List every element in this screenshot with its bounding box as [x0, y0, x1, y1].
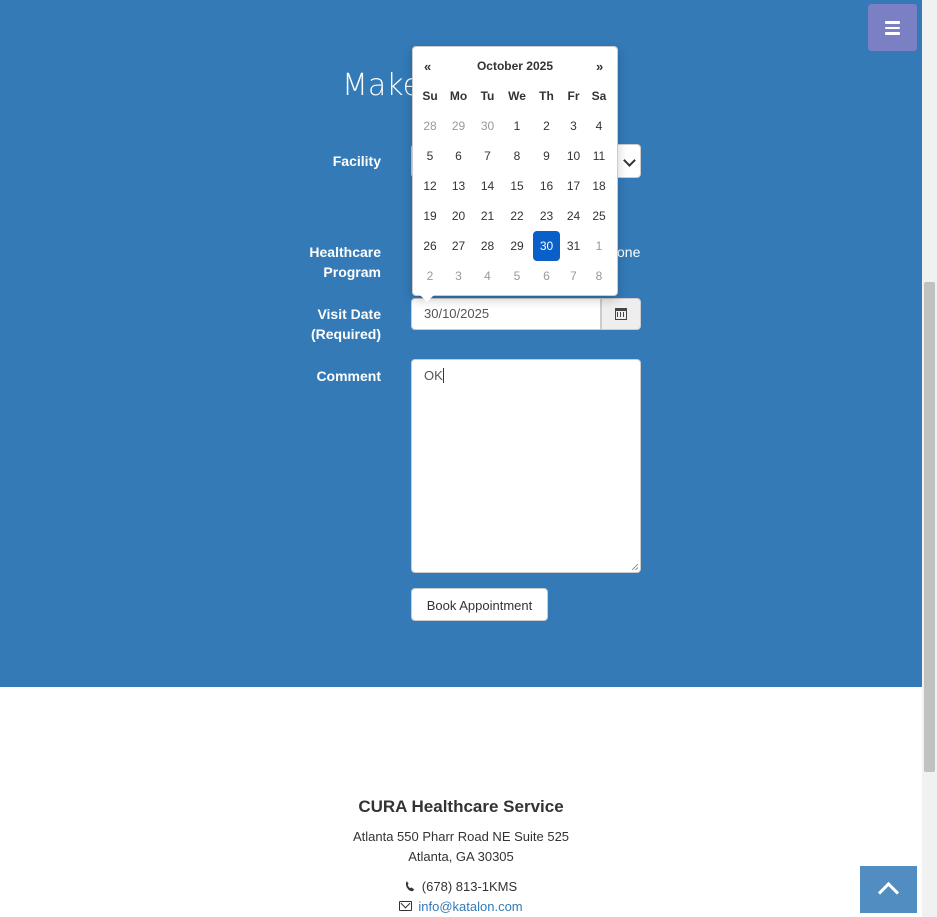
weekday-we: We [508, 89, 526, 103]
resize-handle[interactable] [632, 564, 638, 570]
footer-email-link[interactable]: info@katalon.com [418, 899, 522, 914]
weekday-su: Su [422, 89, 438, 103]
day-cell[interactable]: 6 [443, 141, 474, 171]
day-cell[interactable]: 17 [560, 171, 587, 201]
footer-address-line2: Atlanta, GA 30305 [408, 849, 514, 864]
book-appointment-button[interactable]: Book Appointment [411, 588, 548, 621]
week-row: 12 13 14 15 16 17 18 [417, 171, 611, 201]
envelope-icon [399, 901, 413, 911]
day-cell[interactable]: 4 [587, 111, 611, 141]
day-cell[interactable]: 16 [533, 171, 560, 201]
day-cell[interactable]: 31 [560, 231, 587, 261]
day-cell[interactable]: 21 [474, 201, 501, 231]
chevron-up-icon [877, 881, 900, 904]
day-cell[interactable]: 2 [533, 111, 560, 141]
day-cell[interactable]: 8 [501, 141, 533, 171]
weekday-tu: Tu [480, 89, 495, 103]
scrollbar-thumb[interactable] [924, 282, 935, 772]
day-cell[interactable]: 20 [443, 201, 474, 231]
weekday-fr: Fr [567, 89, 580, 103]
day-cell[interactable]: 9 [533, 141, 560, 171]
datepicker-month-title[interactable]: October 2025 [413, 59, 617, 73]
healthcare-program-label-line1: Healthcare [309, 244, 381, 260]
weekday-mo: Mo [449, 89, 468, 103]
page-title: Make [342, 68, 422, 103]
day-cell[interactable]: 18 [587, 171, 611, 201]
datepicker-next-button[interactable]: » [596, 59, 603, 74]
day-cell[interactable]: 26 [417, 231, 443, 261]
day-cell[interactable]: 22 [501, 201, 533, 231]
visit-date-input[interactable]: 30/10/2025 [411, 298, 601, 330]
day-cell[interactable]: 15 [501, 171, 533, 201]
day-cell[interactable]: 24 [560, 201, 587, 231]
calendar-icon [615, 308, 627, 320]
day-cell[interactable]: 23 [533, 201, 560, 231]
back-to-top-button[interactable] [860, 866, 917, 913]
phone-icon [405, 881, 414, 892]
footer-title: CURA Healthcare Service [358, 797, 564, 816]
program-radio-label[interactable]: one [617, 244, 640, 260]
vertical-scrollbar[interactable] [922, 0, 937, 917]
day-cell[interactable]: 3 [443, 261, 474, 291]
day-cell[interactable]: 30 [474, 111, 501, 141]
day-cell[interactable]: 4 [474, 261, 501, 291]
day-cell[interactable]: 3 [560, 111, 587, 141]
datepicker-popup: October 2025 « » Su Mo Tu We Th Fr Sa 28… [412, 46, 618, 302]
comment-label: Comment [316, 368, 381, 384]
weekday-sa: Sa [591, 89, 607, 103]
day-cell[interactable]: 29 [443, 111, 474, 141]
day-cell[interactable]: 11 [587, 141, 611, 171]
week-row: 19 20 21 22 23 24 25 [417, 201, 611, 231]
day-cell[interactable]: 12 [417, 171, 443, 201]
day-cell[interactable]: 1 [587, 231, 611, 261]
day-cell[interactable]: 27 [443, 231, 474, 261]
appointment-section: Make Facility Healthcare Program one Vis… [0, 0, 922, 687]
footer-address-line1: Atlanta 550 Pharr Road NE Suite 525 [352, 829, 570, 844]
weekday-th: Th [539, 89, 554, 103]
comment-textarea[interactable]: OK [411, 359, 641, 573]
visit-date-label: Visit Date (Required) [271, 304, 381, 344]
week-row: 26 27 28 29 30 31 1 [417, 231, 611, 261]
day-cell[interactable]: 5 [501, 261, 533, 291]
day-cell[interactable]: 5 [417, 141, 443, 171]
day-cell[interactable]: 2 [417, 261, 443, 291]
day-cell[interactable]: 13 [443, 171, 474, 201]
day-cell[interactable]: 7 [560, 261, 587, 291]
week-row: 2 3 4 5 6 7 8 [417, 261, 611, 291]
day-cell[interactable]: 29 [501, 231, 533, 261]
weekday-header-row: Su Mo Tu We Th Fr Sa [417, 81, 611, 111]
day-cell[interactable]: 1 [501, 111, 533, 141]
datepicker-grid: Su Mo Tu We Th Fr Sa 28 29 30 1 2 3 4 5 … [417, 81, 611, 291]
footer-phone-text: (678) 813-1KMS [421, 879, 518, 894]
datepicker-prev-button[interactable]: « [424, 59, 431, 74]
calendar-button[interactable] [601, 298, 641, 330]
healthcare-program-label-line2: Program [323, 264, 381, 280]
day-cell[interactable]: 25 [587, 201, 611, 231]
day-cell[interactable]: 28 [417, 111, 443, 141]
day-cell[interactable]: 28 [474, 231, 501, 261]
day-cell-selected[interactable]: 30 [533, 231, 560, 261]
day-cell[interactable]: 19 [417, 201, 443, 231]
week-row: 28 29 30 1 2 3 4 [417, 111, 611, 141]
footer-phone: (678) 813-1KMS [0, 879, 922, 894]
day-cell[interactable]: 14 [474, 171, 501, 201]
menu-toggle-button[interactable] [868, 4, 917, 51]
chevron-down-icon [623, 154, 636, 167]
day-cell[interactable]: 7 [474, 141, 501, 171]
footer-email: info@katalon.com [0, 899, 922, 914]
menu-icon [885, 21, 900, 35]
day-cell[interactable]: 10 [560, 141, 587, 171]
healthcare-program-label: Healthcare Program [271, 242, 381, 282]
day-cell[interactable]: 6 [533, 261, 560, 291]
visit-date-label-line1: Visit Date [317, 306, 381, 322]
text-caret [442, 368, 444, 383]
facility-label: Facility [332, 153, 381, 169]
visit-date-label-line2: (Required) [311, 326, 381, 342]
week-row: 5 6 7 8 9 10 11 [417, 141, 611, 171]
comment-text: OK [424, 368, 443, 383]
day-cell[interactable]: 8 [587, 261, 611, 291]
